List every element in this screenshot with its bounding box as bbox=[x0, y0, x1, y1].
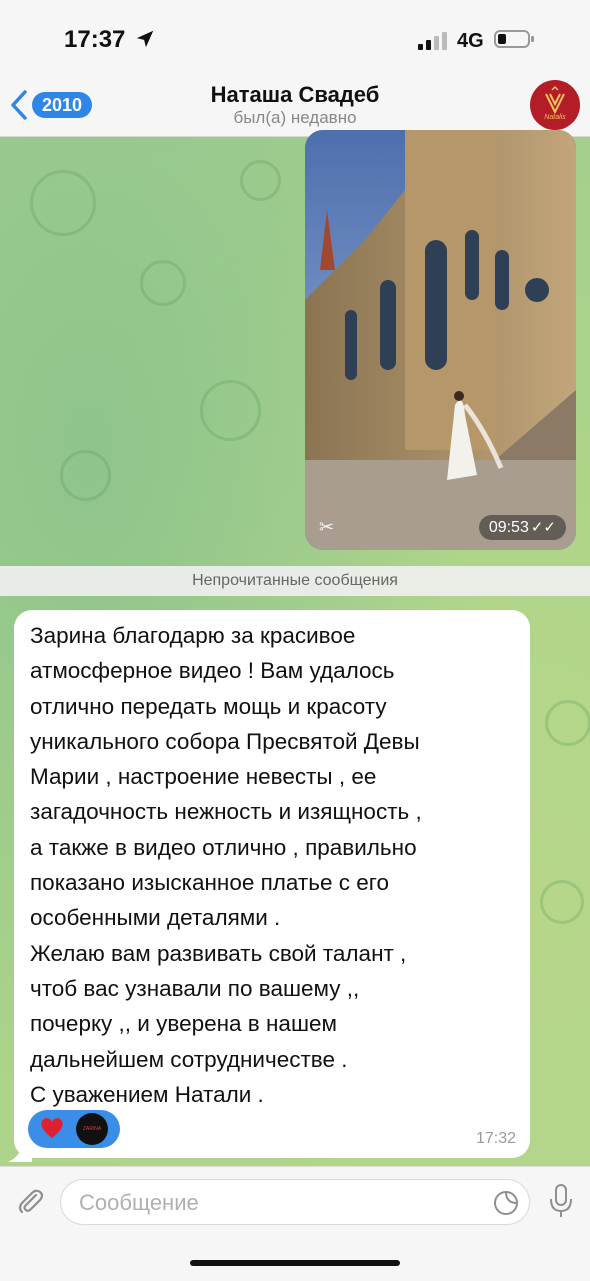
network-type: 4G bbox=[457, 30, 484, 52]
microphone-icon[interactable] bbox=[548, 1183, 574, 1219]
video-thumbnail bbox=[305, 130, 576, 550]
status-time: 17:37 bbox=[64, 26, 126, 53]
paperclip-icon[interactable] bbox=[14, 1185, 46, 1217]
message-time: 17:32 bbox=[475, 1130, 516, 1147]
video-message[interactable]: ✂ 09:53 ✓✓ bbox=[305, 130, 576, 550]
message-bubble[interactable]: Зарина благодарю за красивое атмосферное… bbox=[14, 610, 530, 1158]
message-text: Зарина благодарю за красивое атмосферное… bbox=[30, 623, 422, 1107]
message-input[interactable] bbox=[77, 1188, 481, 1218]
avatar[interactable]: Natalis bbox=[530, 80, 580, 130]
location-arrow-icon bbox=[136, 30, 154, 48]
unread-separator: Непрочитанные сообщения bbox=[0, 566, 590, 596]
battery-icon bbox=[494, 30, 534, 48]
heart-icon bbox=[41, 1118, 63, 1138]
status-bar: 17:37 4G bbox=[0, 0, 590, 80]
avatar-logo-icon bbox=[545, 85, 565, 115]
home-indicator[interactable] bbox=[190, 1260, 400, 1266]
avatar-logo-text: Natalis bbox=[544, 114, 566, 121]
message-field[interactable] bbox=[60, 1179, 530, 1225]
signal-icon bbox=[418, 32, 447, 50]
back-button-badge[interactable]: 2010 bbox=[32, 92, 93, 118]
video-time: 09:53 ✓✓ bbox=[478, 515, 566, 540]
read-ticks-icon: ✓✓ bbox=[530, 519, 556, 536]
chat-header: Наташа Свадеб был(а) недавно 2010 Natali… bbox=[0, 80, 590, 137]
video-time-text: 09:53 bbox=[488, 519, 529, 536]
capcut-icon: ✂ bbox=[319, 517, 335, 537]
reaction-avatar: ZARINA bbox=[76, 1113, 108, 1145]
reaction-badge[interactable]: ZARINA bbox=[28, 1110, 120, 1148]
chevron-left-icon[interactable] bbox=[8, 88, 30, 122]
sticker-icon[interactable] bbox=[493, 1190, 519, 1216]
